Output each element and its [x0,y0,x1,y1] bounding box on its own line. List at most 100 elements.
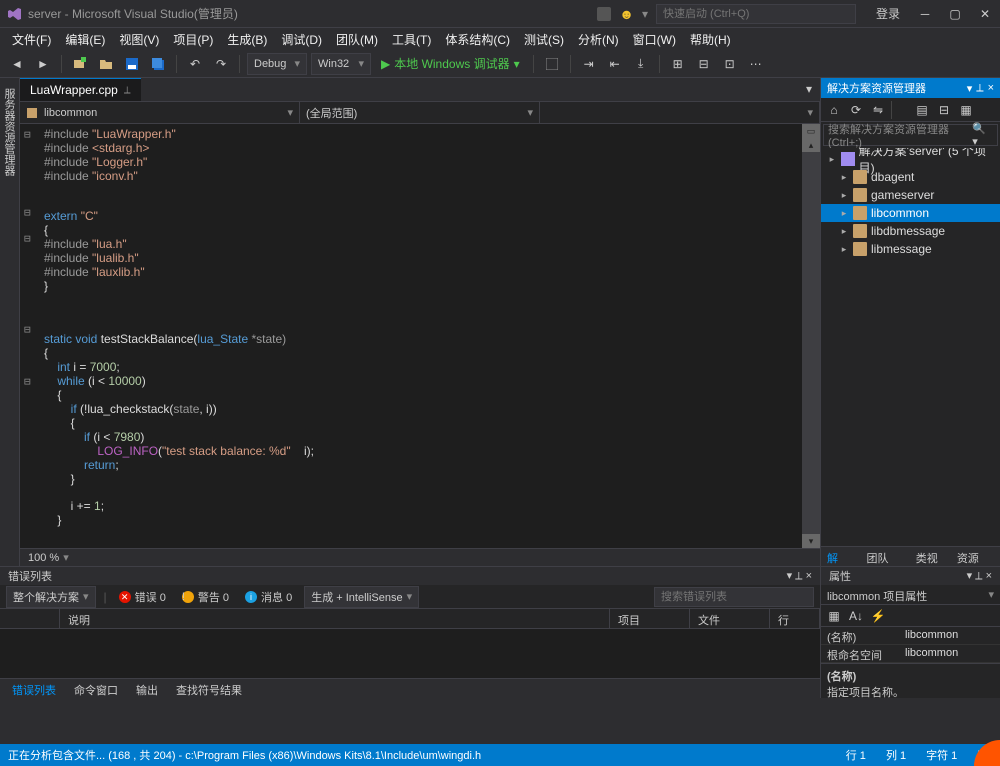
project-node[interactable]: ▸libdbmessage [821,222,1000,240]
project-node[interactable]: ▸gameserver [821,186,1000,204]
menu-bar: 文件(F) 编辑(E) 视图(V) 项目(P) 生成(B) 调试(D) 团队(M… [0,28,1000,50]
editor-tab[interactable]: LuaWrapper.cpp ⟂ [20,78,141,101]
el-build-combo[interactable]: 生成 + IntelliSense [304,586,419,608]
start-debug-button[interactable]: ▶ 本地 Windows 调试器 ▾ [375,53,526,74]
nav-scope-combo[interactable]: libcommon [20,102,300,123]
sep [891,101,909,119]
errors-filter[interactable]: ✕错误 0 [115,587,170,607]
properties-subject-combo[interactable]: libcommon 项目属性 ▾ [821,585,1000,605]
warnings-filter[interactable]: !警告 0 [178,587,233,607]
rtab-class[interactable]: 类视图 [910,547,951,566]
bottom-tab-errors[interactable]: 错误列表 [4,679,64,698]
feedback-icon[interactable]: ☻ [619,6,634,22]
pp-menu-icon[interactable]: ▾ [967,570,973,582]
menu-arch[interactable]: 体系结构(C) [439,28,516,51]
menu-test[interactable]: 测试(S) [518,28,570,51]
tab-dropdown-icon[interactable]: ▾ [798,78,820,100]
se-showall-icon[interactable]: ▤ [913,101,931,119]
new-project-icon[interactable] [69,53,91,75]
tb-d-icon[interactable]: ⋯ [745,53,767,75]
prop-row[interactable]: 根命名空间libcommon [821,645,1000,663]
maximize-button[interactable]: ▢ [940,2,970,26]
se-home-icon[interactable]: ⌂ [825,101,843,119]
save-icon[interactable] [121,53,143,75]
prop-events-icon[interactable]: ⚡ [869,607,887,625]
quick-launch-input[interactable] [656,4,856,24]
menu-build[interactable]: 生成(B) [221,28,273,51]
tb-b-icon[interactable]: ⊟ [693,53,715,75]
el-scope-combo[interactable]: 整个解决方案 [6,586,96,608]
se-refresh-icon[interactable]: ⟳ [847,101,865,119]
el-menu-icon[interactable]: ▾ [787,570,793,582]
pane-pin-icon[interactable]: ⟂ [976,82,983,95]
error-grid-body [0,629,820,678]
se-collapse-icon[interactable]: ⊟ [935,101,953,119]
vertical-scrollbar[interactable]: ▭ ▴ ▾ [802,124,820,548]
se-properties-icon[interactable]: ▦ [957,101,975,119]
prop-row[interactable]: (名称)libcommon [821,627,1000,645]
tb-step2-icon[interactable]: ⇤ [604,53,626,75]
config-combo[interactable]: Debug [247,53,307,75]
el-pin-icon[interactable]: ⟂ [795,570,802,582]
menu-window[interactable]: 窗口(W) [627,28,682,51]
saveall-icon[interactable] [147,53,169,75]
menu-debug[interactable]: 调试(D) [275,28,328,51]
tb-step3-icon[interactable]: ⤓ [630,53,652,75]
pane-menu-icon[interactable]: ▾ [967,82,973,95]
pin-icon[interactable]: ⟂ [124,85,131,96]
minimize-button[interactable]: ─ [910,2,940,26]
split-icon[interactable]: ▭ [802,124,820,138]
solution-node[interactable]: ▸解决方案'server' (5 个项目) [821,150,1000,168]
menu-help[interactable]: 帮助(H) [684,28,737,51]
undo-icon[interactable]: ↶ [184,53,206,75]
server-explorer-tab[interactable]: 服务器资源管理器 [0,84,19,566]
project-node[interactable]: ▸libmessage [821,240,1000,258]
pp-pin-icon[interactable]: ⟂ [975,570,982,582]
pp-close-icon[interactable]: × [986,570,992,582]
el-close-icon[interactable]: × [806,570,812,582]
zoom-combo[interactable]: 100 % [28,552,59,564]
nav-type-combo[interactable]: (全局范围) [300,102,540,123]
bottom-tab-output[interactable]: 输出 [128,679,166,698]
tb-c-icon[interactable]: ⊡ [719,53,741,75]
project-node-selected[interactable]: ▸libcommon [821,204,1000,222]
nav-member-combo[interactable] [540,102,820,123]
open-icon[interactable] [95,53,117,75]
close-button[interactable]: ✕ [970,2,1000,26]
menu-project[interactable]: 项目(P) [167,28,219,51]
bottom-tab-findsym[interactable]: 查找符号结果 [168,679,250,698]
nav-fwd-icon[interactable]: ► [32,53,54,75]
menu-view[interactable]: 视图(V) [113,28,165,51]
messages-filter[interactable]: i消息 0 [241,587,296,607]
error-search-input[interactable] [654,587,814,607]
signin-button[interactable]: 登录 [876,5,900,22]
rtab-solution[interactable]: 解决... [821,547,861,566]
tb-step-icon[interactable]: ⇥ [578,53,600,75]
rtab-team[interactable]: 团队资... [861,547,910,566]
notifications-icon[interactable] [597,7,611,21]
nav-back-icon[interactable]: ◄ [6,53,28,75]
menu-tools[interactable]: 工具(T) [386,28,437,51]
property-description: (名称) 指定项目名称。 [821,663,1000,704]
prop-cat-icon[interactable]: ▦ [825,607,843,625]
tb-misc1-icon[interactable] [541,53,563,75]
status-bar: 正在分析包含文件... (168 , 共 204) - c:\Program F… [0,744,1000,766]
feedback-dropdown[interactable]: ▾ [642,7,648,21]
platform-combo[interactable]: Win32 [311,53,371,75]
property-grid: (名称)libcommon 根命名空间libcommon [821,627,1000,663]
menu-edit[interactable]: 编辑(E) [59,28,111,51]
se-sync-icon[interactable]: ⇋ [869,101,887,119]
pane-close-icon[interactable]: × [988,82,994,95]
tb-a-icon[interactable]: ⊞ [667,53,689,75]
menu-file[interactable]: 文件(F) [6,28,57,51]
redo-icon[interactable]: ↷ [210,53,232,75]
menu-team[interactable]: 团队(M) [330,28,384,51]
solution-search-input[interactable]: 搜索解决方案资源管理器(Ctrl+;)🔍 ▾ [823,124,998,146]
code-editor[interactable]: ⊟⊟⊟⊟⊟⊟ #include "LuaWrapper.h" #include … [20,124,820,548]
rtab-resource[interactable]: 资源视... [951,547,1000,566]
outline-gutter: ⊟⊟⊟⊟⊟⊟ [24,128,31,548]
scroll-down-icon[interactable]: ▾ [802,534,820,548]
prop-az-icon[interactable]: A↓ [847,607,865,625]
bottom-tab-cmd[interactable]: 命令窗口 [66,679,126,698]
menu-analyze[interactable]: 分析(N) [572,28,625,51]
